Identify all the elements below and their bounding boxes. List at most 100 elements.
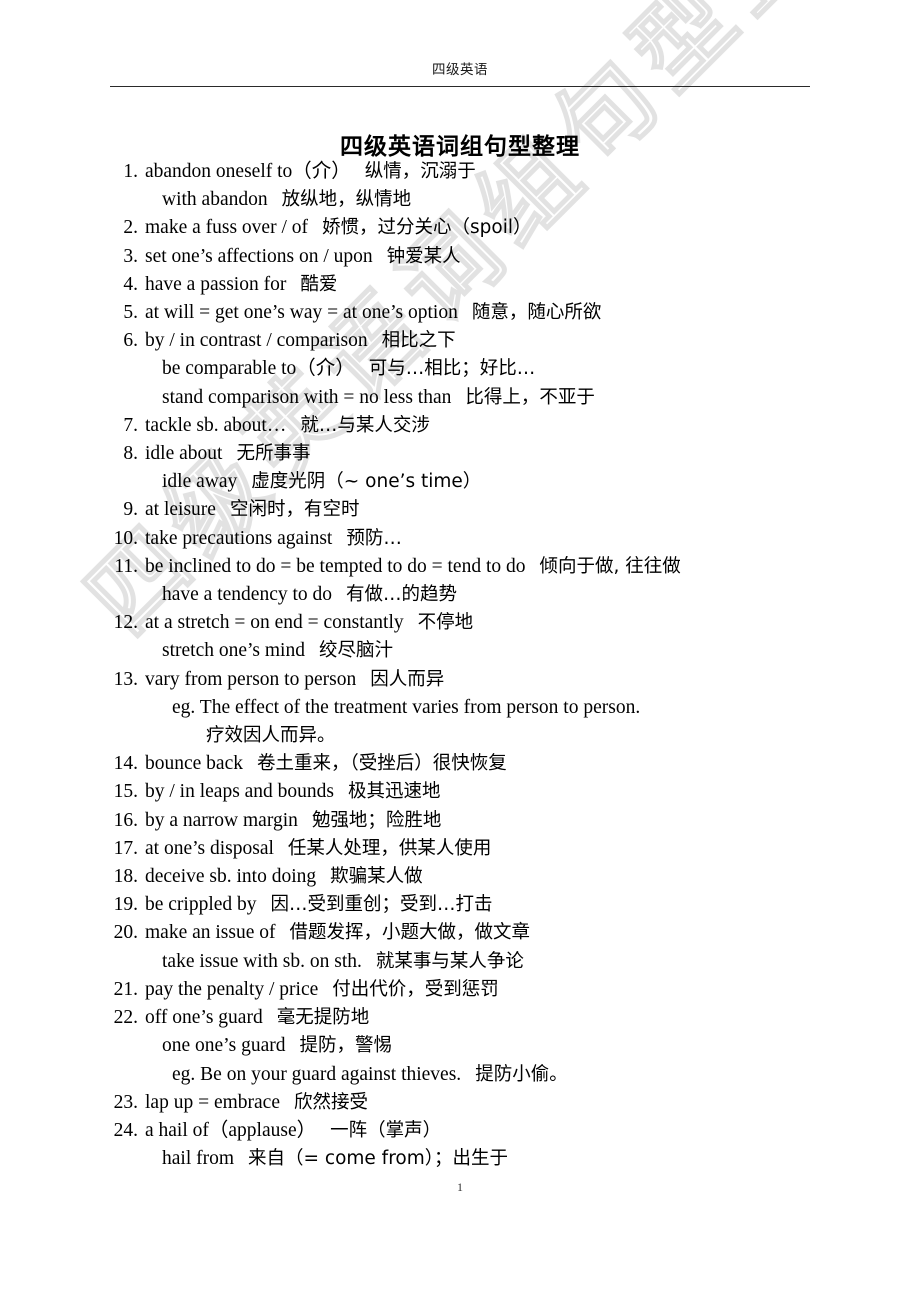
phrase-english: take precautions against [145, 527, 333, 549]
phrase-line: 3. set one’s affections on / upon 钟爱某人 [0, 243, 920, 271]
phrase-english: make an issue of [145, 922, 276, 944]
phrase-english: at one’s disposal [145, 837, 274, 859]
phrase-entry: 11. be inclined to do = be tempted to do … [0, 553, 920, 609]
entry-number: 5. [123, 302, 138, 324]
phrase-chinese: 纵情，沉溺于 [364, 161, 476, 182]
phrase-line: 24. a hail of（applause） 一阵（掌声） [0, 1117, 920, 1145]
phrase-chinese: 倾向于做, 往往做 [539, 555, 681, 577]
phrase-entry: 14. bounce back 卷土重来，（受挫后）很快恢复 [0, 750, 920, 778]
entry-number: 9. [123, 499, 138, 521]
phrase-chinese: 欣然接受 [293, 1091, 368, 1113]
entry-number: 8. [123, 443, 138, 465]
phrase-english: tackle sb. about… [145, 414, 287, 436]
phrase-line: 6. by / in contrast / comparison 相比之下 [0, 327, 920, 355]
phrase-chinese: 极其迅速地 [348, 781, 441, 803]
phrase-english: pay the penalty / price [145, 978, 319, 1000]
phrase-entry: 7. tackle sb. about… 就…与某人交涉 [0, 412, 920, 440]
entry-number: 23. [113, 1091, 138, 1113]
phrase-entry: 4. have a passion for 酷爱 [0, 271, 920, 299]
running-header-title: 四级英语 [432, 62, 488, 77]
phrase-chinese: 卷土重来，（受挫后）很快恢复 [257, 753, 507, 775]
page-title: 四级英语词组句型整理 [340, 134, 580, 161]
phrase-chinese: 酷爱 [300, 273, 338, 295]
phrase-entry: 2. make a fuss over / of 娇惯，过分关心（spoil） [0, 214, 920, 242]
phrase-line: 14. bounce back 卷土重来，（受挫后）很快恢复 [0, 750, 920, 778]
phrase-english: lap up = embrace [145, 1091, 280, 1113]
phrase-chinese: 有做…的趋势 [346, 584, 458, 606]
phrase-english: by a narrow margin [145, 809, 298, 831]
entry-number: 17. [113, 837, 138, 859]
phrase-english: by / in leaps and bounds [145, 781, 335, 803]
phrase-chinese: 提防小偷。 [475, 1063, 568, 1085]
phrase-chinese: 相比之下 [381, 330, 456, 352]
phrase-english: deceive sb. into doing [145, 866, 317, 888]
phrase-entry: 22. off one’s guard 毫无提防地 one one’s guard 提防… [0, 1004, 920, 1089]
phrase-line: 12. at a stretch = on end = constantly 不停地 [0, 609, 920, 637]
phrase-line: 11. be inclined to do = be tempted to do … [0, 553, 920, 581]
phrase-line: hail from 来自（= come from）；出生于 [0, 1145, 920, 1173]
phrase-english: take issue with sb. on sth. [162, 950, 362, 972]
entry-number: 16. [113, 809, 138, 831]
phrase-english: set one’s affections on / upon [145, 245, 373, 267]
phrase-chinese: 借题发挥，小题大做，做文章 [289, 922, 531, 944]
entry-number: 2. [123, 217, 138, 239]
phrase-entry: 1. abandon oneself to（介） 纵情，沉溺于 with abando… [0, 158, 920, 214]
phrase-entry: 15. by / in leaps and bounds 极其迅速地 [0, 778, 920, 806]
entry-number: 19. [113, 894, 138, 916]
phrase-line: with abandon 放纵地，纵情地 [0, 186, 920, 214]
phrase-line: 21. pay the penalty / price 付出代价，受到惩罚 [0, 976, 920, 1004]
page-number: 1 [457, 1180, 463, 1194]
phrase-english: one one’s guard [162, 1035, 286, 1057]
entry-number: 6. [123, 330, 138, 352]
phrase-chinese: 无所事事 [236, 443, 311, 465]
phrase-line: take issue with sb. on sth. 就某事与某人争论 [0, 948, 920, 976]
phrase-english: be comparable to（介） [162, 358, 355, 380]
phrase-english: vary from person to person [145, 668, 357, 690]
phrase-chinese: 比得上，不亚于 [465, 386, 595, 408]
entry-number: 1. [123, 161, 138, 182]
phrase-line: idle away 虚度光阴（~ one’s time） [0, 468, 920, 496]
phrase-chinese: 放纵地，纵情地 [281, 189, 412, 211]
phrase-line: 18. deceive sb. into doing 欺骗某人做 [0, 863, 920, 891]
phrase-chinese: 空闲时，有空时 [229, 499, 360, 521]
phrase-english: stretch one’s mind [162, 640, 305, 662]
phrase-chinese: 因人而异 [370, 668, 445, 690]
phrase-entry: 8. idle about 无所事事 idle away 虚度光阴（~ one’s ti… [0, 440, 920, 496]
phrase-chinese: 就…与某人交涉 [300, 414, 430, 436]
phrase-line: 2. make a fuss over / of 娇惯，过分关心（spoil） [0, 214, 920, 242]
entry-number: 24. [113, 1119, 138, 1141]
phrase-chinese: 付出代价，受到惩罚 [332, 978, 499, 1000]
phrase-english: abandon oneself to（介） [145, 161, 351, 182]
phrase-english: stand comparison with = no less than [162, 386, 452, 408]
phrase-entry: 18. deceive sb. into doing 欺骗某人做 [0, 863, 920, 891]
phrase-entry: 19. be crippled by 因…受到重创；受到…打击 [0, 891, 920, 919]
phrase-line: 1. abandon oneself to（介） 纵情，沉溺于 [0, 158, 920, 186]
phrase-line: 5. at will = get one’s way = at one’s opt… [0, 299, 920, 327]
phrase-english: be crippled by [145, 894, 257, 916]
phrase-line: eg. Be on your guard against thieves. 提防小… [0, 1061, 920, 1089]
phrase-english: at leisure [145, 499, 216, 521]
phrase-chinese: 随意，随心所欲 [471, 302, 602, 324]
phrase-entry: 6. by / in contrast / comparison 相比之下 be co… [0, 327, 920, 412]
phrase-line: 9. at leisure 空闲时，有空时 [0, 496, 920, 524]
phrase-line: stretch one’s mind 绞尽脑汁 [0, 637, 920, 665]
entry-number: 18. [113, 866, 138, 888]
document-page: 四级英语词组句型整理 四级英语 四级英语词组句型整理 1. abandon one… [0, 0, 920, 1302]
phrase-chinese: 任某人处理，供某人使用 [287, 837, 492, 859]
phrase-english: eg. Be on your guard against thieves. [172, 1063, 462, 1085]
phrase-entry: 5. at will = get one’s way = at one’s opt… [0, 299, 920, 327]
header-divider [110, 86, 810, 87]
phrase-english: be inclined to do = be tempted to do = t… [145, 555, 526, 577]
entry-number: 11. [114, 555, 138, 577]
phrase-chinese: 勉强地；险胜地 [311, 809, 442, 831]
phrase-line: 13. vary from person to person 因人而异 [0, 666, 920, 694]
phrase-line: 20. make an issue of 借题发挥，小题大做，做文章 [0, 919, 920, 947]
phrase-line: have a tendency to do 有做…的趋势 [0, 581, 920, 609]
phrase-line: 22. off one’s guard 毫无提防地 [0, 1004, 920, 1032]
phrase-line: 8. idle about 无所事事 [0, 440, 920, 468]
entry-number: 13. [113, 668, 138, 690]
phrase-line: 4. have a passion for 酷爱 [0, 271, 920, 299]
phrase-chinese: 来自（= come from）；出生于 [248, 1148, 508, 1170]
entry-number: 12. [113, 612, 138, 634]
entry-number: 22. [113, 1007, 138, 1029]
